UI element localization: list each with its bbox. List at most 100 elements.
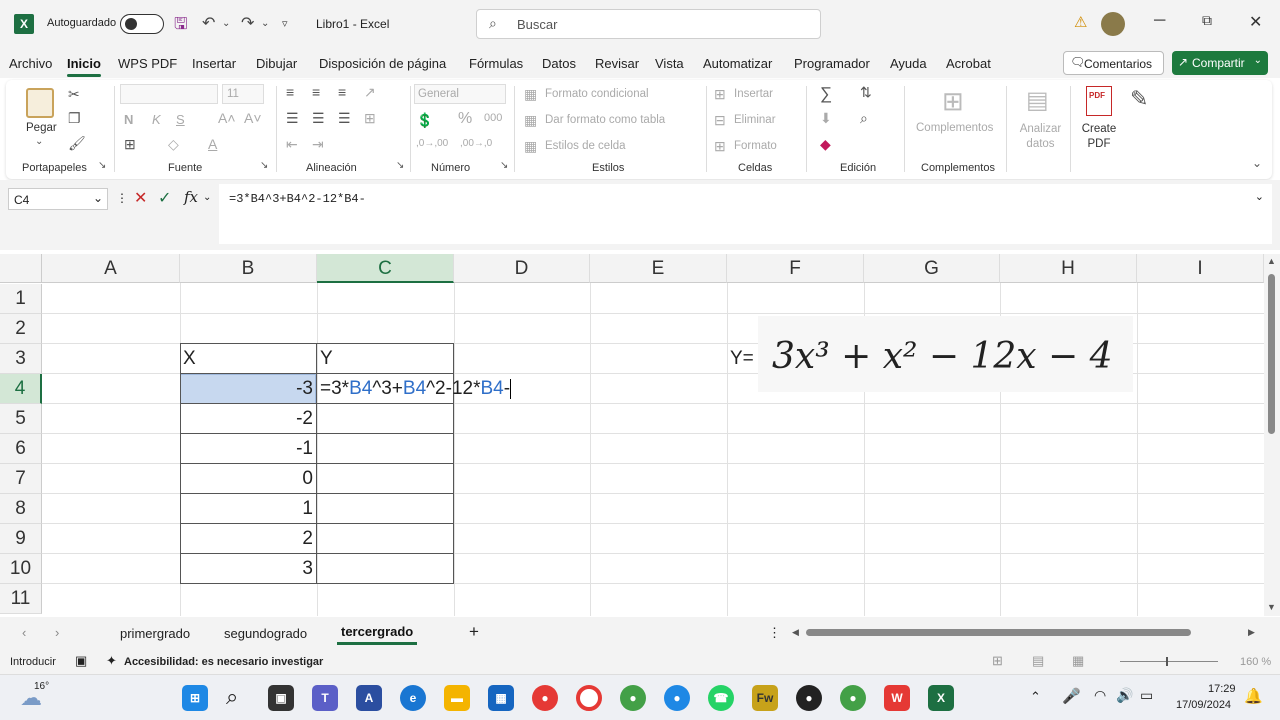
zoom-slider-thumb[interactable] [1166, 657, 1168, 666]
create-pdf-button[interactable]: Create PDF [1080, 122, 1118, 152]
redo-icon[interactable]: ↷ [241, 13, 254, 33]
cell-b5[interactable]: -2 [180, 408, 313, 430]
sign-pdf-icon[interactable]: ✎ [1130, 86, 1148, 112]
microphone-icon[interactable]: 🎤 [1062, 687, 1081, 705]
font-color-icon[interactable]: A [208, 136, 217, 152]
percent-icon[interactable]: % [458, 110, 472, 128]
expand-formula-icon[interactable]: ⌄ [1255, 190, 1264, 203]
insert-function-icon[interactable]: fx [184, 188, 198, 206]
chrome-profile-3-icon[interactable]: ● [840, 685, 866, 711]
menu-automatizar[interactable]: Automatizar [703, 56, 772, 71]
menu-insertar[interactable]: Insertar [192, 56, 236, 71]
fx-dropdown-icon[interactable]: ⌄ [203, 192, 211, 203]
wifi-icon[interactable]: ◠ [1094, 687, 1106, 704]
menu-revisar[interactable]: Revisar [595, 56, 639, 71]
delete-cells-button[interactable]: Eliminar [734, 114, 776, 126]
opera-icon[interactable] [576, 685, 602, 711]
insert-cells-icon[interactable]: ⊞ [714, 86, 726, 103]
accessibility-icon[interactable]: ✦ [106, 653, 117, 669]
cell-b4[interactable]: -3 [180, 378, 313, 400]
menu-archivo[interactable]: Archivo [9, 56, 52, 71]
cell-styles-icon[interactable]: ▦ [524, 138, 537, 155]
undo-dropdown-icon[interactable]: ⌄ [222, 18, 230, 29]
menu-acrobat[interactable]: Acrobat [946, 56, 991, 71]
excel-taskbar-icon[interactable]: X [928, 685, 954, 711]
next-sheet-icon[interactable]: › [55, 625, 59, 640]
delete-cells-icon[interactable]: ⊟ [714, 112, 726, 129]
cell-b7[interactable]: 0 [180, 468, 313, 490]
column-header-d[interactable]: D [454, 254, 590, 283]
cell-c3[interactable]: Y [320, 348, 333, 370]
conditional-format-icon[interactable]: ▦ [524, 86, 537, 103]
zoom-level[interactable]: 160 % [1240, 656, 1271, 668]
borders-icon[interactable]: ⊞ [124, 136, 136, 153]
close-icon[interactable]: ✕ [1249, 12, 1262, 32]
redo-dropdown-icon[interactable]: ⌄ [261, 18, 269, 29]
select-all-button[interactable] [0, 254, 42, 283]
create-pdf-icon[interactable]: PDF [1086, 86, 1112, 116]
cancel-entry-icon[interactable]: ✕ [134, 188, 147, 208]
bold-button[interactable]: N [124, 112, 133, 127]
column-header-e[interactable]: E [590, 254, 727, 283]
column-header-i[interactable]: I [1137, 254, 1264, 283]
menu-disposicion[interactable]: Disposición de página [319, 56, 446, 71]
search-taskbar-icon[interactable]: ⌕ [226, 684, 238, 710]
clear-icon[interactable]: ◆ [820, 136, 831, 153]
format-cells-button[interactable]: Formato [734, 140, 777, 152]
cell-c4-editing[interactable]: =3*B4^3+B4^2-12*B4- [320, 378, 512, 400]
customize-toolbar-icon[interactable]: ▿ [282, 17, 288, 30]
more-options-icon[interactable]: ⋮ [116, 191, 128, 205]
battery-icon[interactable]: ▭ [1140, 687, 1153, 704]
column-header-f[interactable]: F [727, 254, 864, 283]
format-as-table-icon[interactable]: ▦ [524, 112, 537, 129]
increase-indent-icon[interactable]: ⇥ [312, 136, 324, 153]
sheet-tab-segundogrado[interactable]: segundogrado [224, 626, 307, 641]
row-header-11[interactable]: 11 [0, 584, 42, 614]
clock-time[interactable]: 17:29 [1208, 683, 1236, 695]
notification-bell-icon[interactable]: 🔔 [1244, 687, 1263, 705]
menu-formulas[interactable]: Fórmulas [469, 56, 523, 71]
tabs-options-icon[interactable]: ⋮ [768, 625, 781, 641]
row-header-10[interactable]: 10 [0, 554, 42, 584]
cell-styles-button[interactable]: Estilos de celda [545, 140, 626, 152]
column-header-a[interactable]: A [42, 254, 180, 283]
row-header-2[interactable]: 2 [0, 314, 42, 344]
fireworks-icon[interactable]: Fw [752, 685, 778, 711]
alignment-launcher-icon[interactable]: ↘ [396, 160, 404, 171]
paste-dropdown-icon[interactable]: ⌄ [35, 136, 43, 147]
insert-cells-button[interactable]: Insertar [734, 88, 773, 100]
teams-icon[interactable]: T [312, 685, 338, 711]
autosum-icon[interactable]: ∑ [820, 84, 832, 104]
tray-overflow-icon[interactable]: ⌃ [1030, 689, 1041, 705]
number-launcher-icon[interactable]: ↘ [500, 160, 508, 171]
task-view-icon[interactable]: ▣ [268, 685, 294, 711]
underline-button[interactable]: S [176, 112, 185, 127]
column-header-g[interactable]: G [864, 254, 1000, 283]
font-name-box[interactable] [120, 84, 218, 104]
cell-b10[interactable]: 3 [180, 558, 313, 580]
clipboard-launcher-icon[interactable]: ↘ [98, 160, 106, 171]
paste-icon[interactable] [26, 88, 54, 118]
paste-label[interactable]: Pegar [26, 122, 57, 134]
avatar[interactable] [1101, 12, 1125, 36]
scroll-up-icon[interactable]: ▲ [1267, 256, 1276, 266]
search-box[interactable]: ⌕ Buscar [476, 9, 821, 39]
collapse-ribbon-icon[interactable]: ⌄ [1252, 156, 1262, 170]
menu-programador[interactable]: Programador [794, 56, 870, 71]
addins-icon[interactable]: ⊞ [942, 86, 964, 117]
format-painter-icon[interactable]: 🖌 [68, 135, 86, 152]
store-icon[interactable]: ▦ [488, 685, 514, 711]
row-header-3[interactable]: 3 [0, 344, 42, 374]
macro-record-icon[interactable]: ▣ [75, 653, 87, 669]
align-right-icon[interactable]: ☰ [338, 110, 351, 127]
merge-icon[interactable]: ⊞ [364, 110, 376, 127]
row-header-8[interactable]: 8 [0, 494, 42, 524]
copy-icon[interactable]: ❐ [68, 110, 81, 127]
whatsapp-icon[interactable]: ☎ [708, 685, 734, 711]
row-header-4[interactable]: 4 [0, 374, 42, 404]
font-launcher-icon[interactable]: ↘ [260, 160, 268, 171]
menu-ayuda[interactable]: Ayuda [890, 56, 927, 71]
shrink-font-icon[interactable]: A˅ [244, 110, 262, 126]
orientation-icon[interactable]: ↗ [364, 84, 376, 101]
conditional-format-button[interactable]: Formato condicional [545, 88, 649, 100]
